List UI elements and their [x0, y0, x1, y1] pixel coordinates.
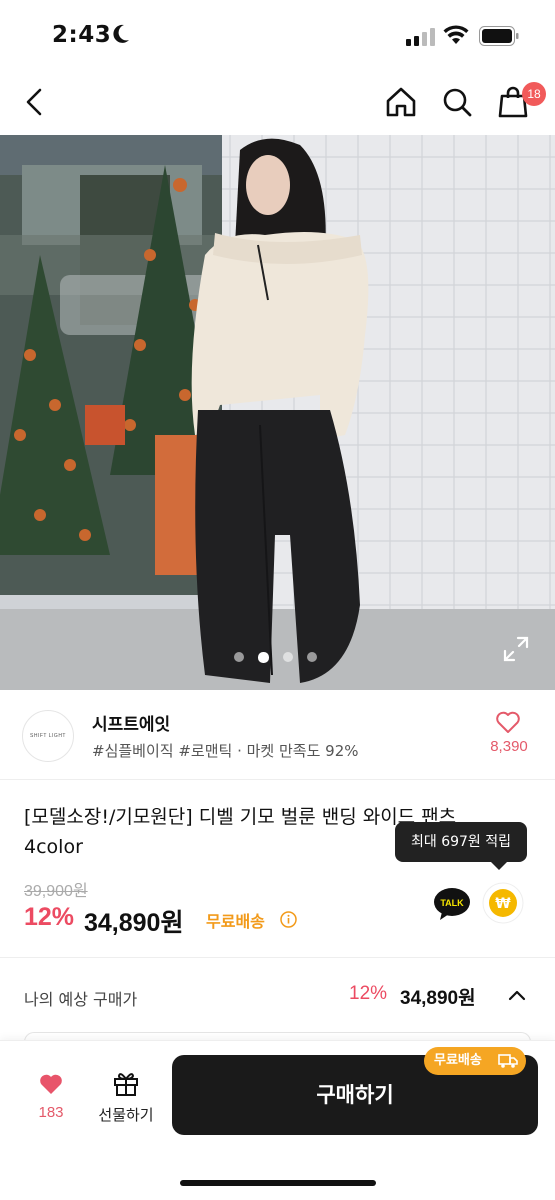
cellular-signal-icon: [406, 28, 435, 46]
carousel-dot[interactable]: [283, 652, 293, 662]
kakao-talk-icon[interactable]: TALK: [432, 886, 472, 922]
gift-label: 선물하기: [98, 1106, 154, 1124]
gift-button[interactable]: 선물하기: [92, 1068, 160, 1128]
shop-logo[interactable]: SHIFT LIGHT: [22, 710, 74, 762]
free-shipping-chip-label: 무료배송: [434, 1053, 482, 1068]
original-price: 39,900원: [24, 883, 88, 900]
talk-label: TALK: [440, 898, 464, 908]
chevron-up-icon[interactable]: [507, 986, 527, 1004]
carousel-dot[interactable]: [234, 652, 244, 662]
top-nav: [0, 70, 555, 135]
carousel-dot-active[interactable]: [258, 652, 269, 663]
like-count: 183: [38, 1104, 64, 1121]
carousel-page-indicator: [234, 652, 317, 664]
free-shipping-label: 무료배송: [206, 912, 265, 931]
coin-symbol: ₩: [495, 896, 511, 912]
estimated-discount: 12%: [349, 983, 388, 1004]
fullscreen-expand-icon[interactable]: [503, 636, 529, 662]
product-photo: [0, 135, 555, 690]
estimated-price-label: 나의 예상 구매가: [24, 990, 138, 1009]
estimated-price: 34,890원: [400, 988, 476, 1009]
battery-icon: [479, 26, 519, 46]
sale-price: 34,890원: [84, 909, 184, 937]
truck-icon: [498, 1054, 518, 1068]
shop-tags: #심플베이직 #로맨틱 · 마켓 만족도 92%: [92, 742, 359, 760]
info-icon[interactable]: [280, 911, 297, 928]
section-divider: [0, 957, 555, 958]
product-image-carousel[interactable]: [0, 135, 555, 690]
free-shipping-chip: 무료배송: [424, 1047, 526, 1075]
shop-info-row[interactable]: SHIFT LIGHT 시프트에잇 #심플베이직 #로맨틱 · 마켓 만족도 9…: [0, 690, 555, 780]
shop-name[interactable]: 시프트에잇: [92, 710, 170, 735]
points-coin-icon[interactable]: ₩: [481, 881, 525, 925]
carousel-dot[interactable]: [307, 652, 317, 662]
points-tooltip: 최대 697원 적립: [395, 822, 527, 870]
cart-count-badge: 18: [522, 82, 546, 106]
back-arrow-icon[interactable]: [16, 82, 56, 122]
gift-icon: [114, 1073, 138, 1096]
status-bar: 2:43: [0, 0, 555, 70]
moon-icon: [113, 24, 129, 43]
like-button[interactable]: 183: [24, 1068, 78, 1128]
wifi-icon: [443, 25, 469, 44]
search-icon[interactable]: [437, 82, 477, 122]
home-indicator: [180, 1180, 376, 1186]
status-time: 2:43: [52, 22, 112, 48]
shop-like-heart-icon[interactable]: [495, 710, 521, 734]
heart-filled-icon: [40, 1074, 62, 1094]
shop-like-count: 8,390: [490, 738, 528, 755]
discount-rate: 12%: [24, 903, 75, 931]
home-icon[interactable]: [381, 82, 421, 122]
